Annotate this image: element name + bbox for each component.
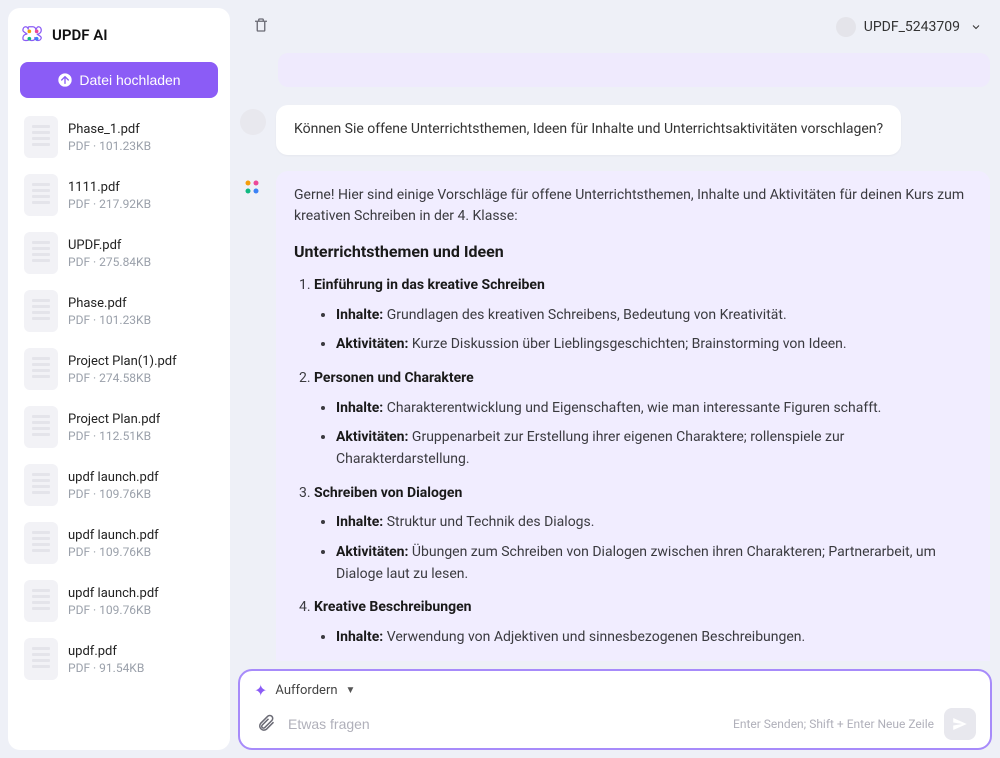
send-icon — [951, 715, 969, 733]
pdf-file-icon — [24, 232, 58, 274]
file-name: updf launch.pdf — [68, 470, 159, 485]
ai-avatar — [240, 175, 266, 201]
file-meta: PDF · 109.76KB — [68, 487, 159, 501]
topic-detail: Inhalte: Struktur und Technik des Dialog… — [336, 512, 972, 534]
file-name: Phase_1.pdf — [68, 122, 151, 137]
app-title: UPDF AI — [52, 26, 108, 44]
file-name: UPDF.pdf — [68, 238, 151, 253]
ai-section-heading: Unterrichtsthemen und Ideen — [294, 240, 972, 265]
prompt-mode-selector[interactable]: ✦ Auffordern ▼ — [254, 681, 976, 700]
topic-detail: Inhalte: Verwendung von Adjektiven und s… — [336, 627, 972, 649]
file-item[interactable]: UPDF.pdf PDF · 275.84KB — [20, 224, 218, 282]
ai-message-bubble: Gerne! Hier sind einige Vorschläge für o… — [276, 171, 990, 661]
username: UPDF_5243709 — [864, 19, 960, 35]
user-avatar-icon — [240, 109, 266, 135]
topic-title: Kreative Beschreibungen — [314, 599, 472, 615]
file-name: Phase.pdf — [68, 296, 151, 311]
input-row: Enter Senden; Shift + Enter Neue Zeile — [254, 708, 976, 740]
topic-detail: Aktivitäten: Kurze Diskussion über Liebl… — [336, 334, 972, 356]
input-panel: ✦ Auffordern ▼ Enter Senden; Shift + Ent… — [238, 669, 992, 750]
file-name: updf launch.pdf — [68, 586, 159, 601]
input-hint: Enter Senden; Shift + Enter Neue Zeile — [733, 717, 934, 731]
file-meta: PDF · 112.51KB — [68, 429, 160, 443]
sparkle-icon: ✦ — [254, 681, 267, 700]
topic-detail: Aktivitäten: Gruppenarbeit zur Erstellun… — [336, 427, 972, 470]
file-item[interactable]: updf launch.pdf PDF · 109.76KB — [20, 572, 218, 630]
user-message-row: Können Sie offene Unterrichtsthemen, Ide… — [240, 105, 990, 155]
file-item[interactable]: 1111.pdf PDF · 217.92KB — [20, 166, 218, 224]
caret-down-icon: ▼ — [346, 685, 356, 696]
topbar: UPDF_5243709 — [238, 8, 992, 45]
pdf-file-icon — [24, 406, 58, 448]
sidebar-header: UPDF AI — [20, 20, 218, 52]
file-name: updf launch.pdf — [68, 528, 159, 543]
main-panel: UPDF_5243709 Können Sie offene Unterrich… — [238, 8, 992, 750]
topic-item: Kreative Beschreibungen Inhalte: Verwendu… — [314, 597, 972, 648]
ai-intro: Gerne! Hier sind einige Vorschläge für o… — [294, 185, 972, 228]
attach-button[interactable] — [254, 711, 278, 738]
previous-ai-bubble — [278, 53, 990, 87]
chat-area: Können Sie offene Unterrichtsthemen, Ide… — [238, 53, 992, 661]
file-item[interactable]: Phase.pdf PDF · 101.23KB — [20, 282, 218, 340]
topic-detail: Inhalte: Charakterentwicklung und Eigens… — [336, 398, 972, 420]
pdf-file-icon — [24, 522, 58, 564]
ai-sections-list: Einführung in das kreative Schreiben Inha… — [294, 275, 972, 649]
file-meta: PDF · 91.54KB — [68, 661, 144, 675]
pdf-file-icon — [24, 638, 58, 680]
file-list: Phase_1.pdf PDF · 101.23KB 1111.pdf PDF · 2… — [20, 108, 218, 688]
file-item[interactable]: updf.pdf PDF · 91.54KB — [20, 630, 218, 688]
pdf-file-icon — [24, 290, 58, 332]
user-menu[interactable]: UPDF_5243709 — [836, 17, 982, 37]
file-item[interactable]: updf launch.pdf PDF · 109.76KB — [20, 514, 218, 572]
file-item[interactable]: updf launch.pdf PDF · 109.76KB — [20, 456, 218, 514]
file-meta: PDF · 101.23KB — [68, 139, 151, 153]
file-item[interactable]: Project Plan(1).pdf PDF · 274.58KB — [20, 340, 218, 398]
pdf-file-icon — [24, 174, 58, 216]
file-meta: PDF · 217.92KB — [68, 197, 151, 211]
topic-item: Personen und Charaktere Inhalte: Charakte… — [314, 368, 972, 471]
send-button[interactable] — [944, 708, 976, 740]
upload-file-button[interactable]: Datei hochladen — [20, 62, 218, 98]
file-name: 1111.pdf — [68, 180, 151, 195]
topic-title: Personen und Charaktere — [314, 370, 474, 386]
topic-item: Einführung in das kreative Schreiben Inha… — [314, 275, 972, 356]
file-item[interactable]: Phase_1.pdf PDF · 101.23KB — [20, 108, 218, 166]
user-message-bubble: Können Sie offene Unterrichtsthemen, Ide… — [276, 105, 901, 155]
file-name: Project Plan.pdf — [68, 412, 160, 427]
file-item[interactable]: Project Plan.pdf PDF · 112.51KB — [20, 398, 218, 456]
ai-message-row: Gerne! Hier sind einige Vorschläge für o… — [240, 171, 990, 661]
topic-item: Schreiben von Dialogen Inhalte: Struktur … — [314, 483, 972, 586]
file-name: updf.pdf — [68, 644, 144, 659]
pdf-file-icon — [24, 348, 58, 390]
topic-title: Einführung in das kreative Schreiben — [314, 277, 545, 293]
pdf-file-icon — [24, 580, 58, 622]
chevron-down-icon — [970, 21, 982, 33]
ai-logo-icon — [240, 175, 264, 199]
pdf-file-icon — [24, 116, 58, 158]
delete-button[interactable] — [248, 12, 274, 41]
pdf-file-icon — [24, 464, 58, 506]
topic-title: Schreiben von Dialogen — [314, 485, 462, 501]
topic-detail: Aktivitäten: Übungen zum Schreiben von D… — [336, 542, 972, 585]
sidebar: UPDF AI Datei hochladen Phase_1.pdf PDF ·… — [8, 8, 230, 750]
prompt-label: Auffordern — [275, 683, 337, 698]
user-avatar-icon — [836, 17, 856, 37]
app-logo-icon — [22, 24, 44, 46]
file-meta: PDF · 109.76KB — [68, 545, 159, 559]
file-meta: PDF · 275.84KB — [68, 255, 151, 269]
upload-icon — [57, 72, 73, 88]
paperclip-icon — [256, 713, 276, 733]
file-name: Project Plan(1).pdf — [68, 354, 177, 369]
upload-label: Datei hochladen — [79, 72, 180, 88]
trash-icon — [252, 16, 270, 34]
file-meta: PDF · 109.76KB — [68, 603, 159, 617]
file-meta: PDF · 274.58KB — [68, 371, 177, 385]
message-input[interactable] — [288, 708, 723, 740]
file-meta: PDF · 101.23KB — [68, 313, 151, 327]
topic-detail: Inhalte: Grundlagen des kreativen Schrei… — [336, 305, 972, 327]
